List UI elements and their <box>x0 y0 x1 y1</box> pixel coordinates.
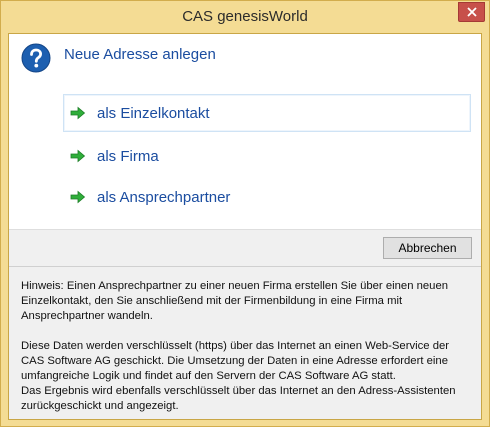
title-bar[interactable]: CAS genesisWorld <box>1 1 489 33</box>
button-bar: Abbrechen <box>9 229 481 266</box>
privacy-text-line1: Diese Daten werden verschlüsselt (https)… <box>21 340 450 382</box>
option-firma[interactable]: als Firma <box>63 137 471 175</box>
dialog-heading: Neue Adresse anlegen <box>64 46 216 63</box>
dialog-content: Neue Adresse anlegen als Einzelkontakt a… <box>8 33 482 420</box>
green-arrow-icon <box>70 106 86 120</box>
option-label: als Einzelkontakt <box>97 104 210 122</box>
option-ansprechpartner[interactable]: als Ansprechpartner <box>63 178 471 216</box>
option-label: als Ansprechpartner <box>97 188 231 206</box>
green-arrow-icon <box>70 190 86 204</box>
question-icon <box>21 43 51 73</box>
close-button[interactable] <box>458 2 485 22</box>
privacy-text: Diese Daten werden verschlüsselt (https)… <box>21 339 469 414</box>
dialog-window: CAS genesisWorld Neue Adresse anlegen al… <box>0 0 490 427</box>
cancel-button[interactable]: Abbrechen <box>383 237 472 259</box>
privacy-text-line2: Das Ergebnis wird ebenfalls verschlüssel… <box>21 385 456 412</box>
close-icon <box>466 7 477 17</box>
main-panel: Neue Adresse anlegen als Einzelkontakt a… <box>9 34 481 229</box>
window-title: CAS genesisWorld <box>182 8 308 25</box>
option-label: als Firma <box>97 147 159 165</box>
info-panel: Hinweis: Einen Ansprechpartner zu einer … <box>9 266 481 419</box>
option-einzelkontakt[interactable]: als Einzelkontakt <box>63 94 471 132</box>
green-arrow-icon <box>70 149 86 163</box>
hint-text: Hinweis: Einen Ansprechpartner zu einer … <box>21 280 449 322</box>
